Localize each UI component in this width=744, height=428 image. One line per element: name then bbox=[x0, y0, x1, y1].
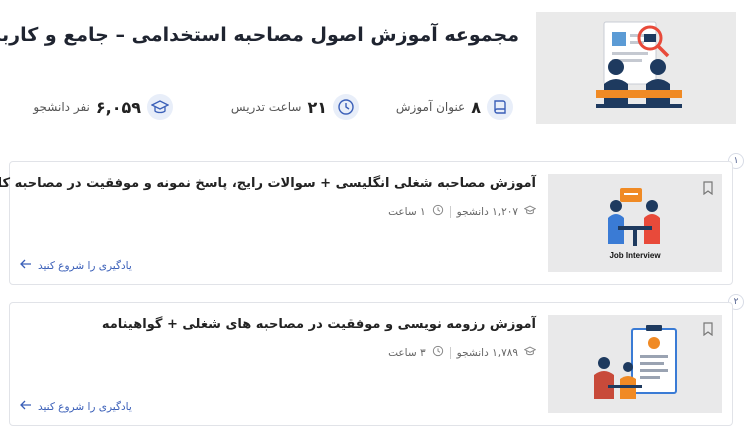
course-item-students: ۱,۷۸۹ دانشجو bbox=[457, 346, 519, 359]
start-learning-link[interactable]: یادگیری را شروع کنید bbox=[21, 400, 133, 413]
clock-icon bbox=[433, 345, 445, 360]
students-count: ۶,۰۵۹ bbox=[96, 97, 142, 117]
course-cover-image bbox=[537, 12, 737, 124]
bookmark-icon[interactable] bbox=[703, 180, 715, 199]
graduation-cap-icon bbox=[524, 345, 538, 360]
start-learning-label: یادگیری را شروع کنید bbox=[39, 259, 133, 272]
course-item-duration: ۱ ساعت bbox=[389, 205, 427, 218]
course-item-thumbnail: Job Interview bbox=[549, 174, 723, 272]
students-label: نفر دانشجو bbox=[34, 100, 91, 114]
graduation-cap-icon bbox=[148, 94, 174, 120]
course-item-students: ۱,۲۰۷ دانشجو bbox=[457, 205, 519, 218]
start-learning-link[interactable]: یادگیری را شروع کنید bbox=[21, 259, 133, 272]
course-item-title[interactable]: آموزش رزومه نویسی و موفقیت در مصاحبه های… bbox=[103, 317, 537, 332]
bookmark-icon[interactable] bbox=[703, 321, 715, 340]
course-item-duration: ۳ ساعت bbox=[389, 346, 427, 359]
course-item-card[interactable]: آموزش رزومه نویسی و موفقیت در مصاحبه های… bbox=[10, 302, 734, 426]
course-item-meta: ۱,۷۸۹ دانشجو ۳ ساعت bbox=[389, 345, 538, 360]
arrow-left-icon bbox=[21, 400, 33, 413]
lessons-label: عنوان آموزش bbox=[396, 100, 467, 114]
lessons-count: ۸ bbox=[472, 97, 482, 117]
course-item-meta: ۱,۲۰۷ دانشجو ۱ ساعت bbox=[389, 204, 538, 219]
hours-label: ساعت تدریس bbox=[231, 100, 303, 114]
thumbnail-caption: Job Interview bbox=[610, 251, 662, 260]
course-item-title[interactable]: آموزش مصاحبه شغلی انگلیسی + سوالات رایج،… bbox=[0, 176, 537, 191]
clock-icon bbox=[433, 204, 445, 219]
stat-students: ۶,۰۵۹ نفر دانشجو bbox=[34, 94, 174, 120]
hours-count: ۲۱ bbox=[308, 97, 328, 117]
stat-hours: ۲۱ ساعت تدریس bbox=[232, 94, 360, 120]
arrow-left-icon bbox=[21, 259, 33, 272]
graduation-cap-icon bbox=[524, 204, 538, 219]
course-item-card[interactable]: Job Interview آموزش مصاحبه شغلی انگلیسی … bbox=[0, 161, 734, 285]
course-item-thumbnail bbox=[549, 315, 723, 413]
start-learning-label: یادگیری را شروع کنید bbox=[39, 400, 133, 413]
course-title: مجموعه آموزش اصول مصاحبه استخدامی – جامع… bbox=[0, 24, 520, 46]
meta-divider bbox=[450, 205, 452, 218]
meta-divider bbox=[450, 346, 452, 359]
stat-lessons: ۸ عنوان آموزش bbox=[397, 94, 514, 120]
clock-icon bbox=[334, 94, 360, 120]
book-icon bbox=[488, 94, 514, 120]
